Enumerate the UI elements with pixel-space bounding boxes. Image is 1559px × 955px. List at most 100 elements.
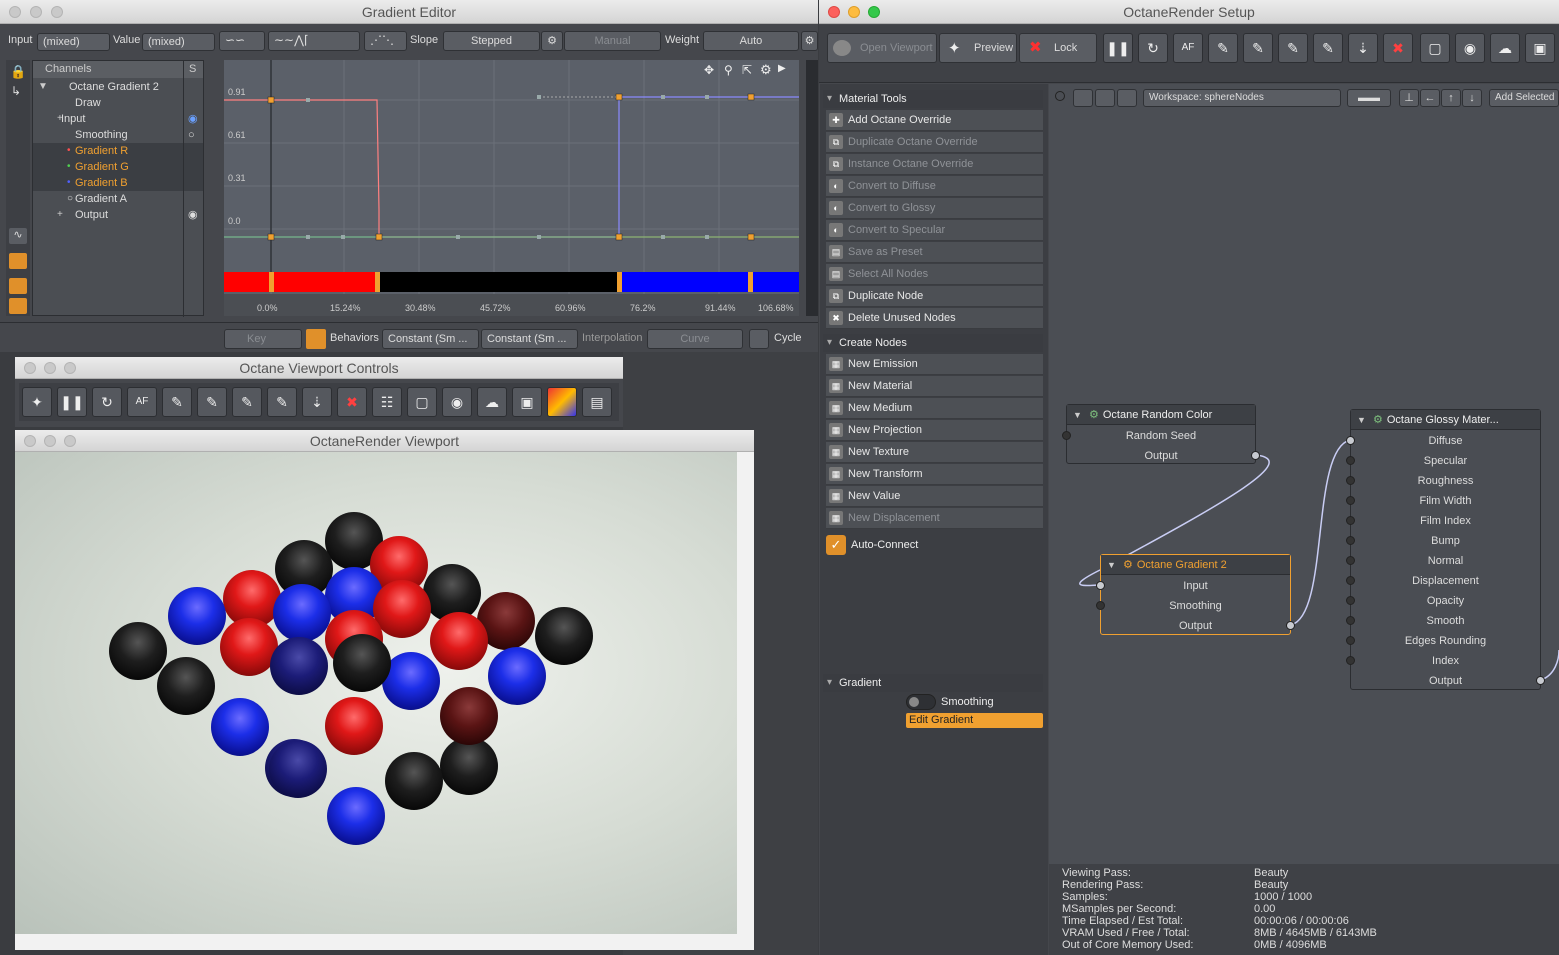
port-socket[interactable] [1346,656,1355,665]
slope-presets-b[interactable]: ∼∼⋀⌈ [268,31,360,51]
layers-icon[interactable] [9,278,27,294]
minimize-button[interactable] [848,6,860,18]
zoom-button[interactable] [64,362,76,374]
cloud-icon[interactable]: ☁ [477,387,507,417]
node-tool-c[interactable] [1117,89,1137,107]
port-socket[interactable] [1346,496,1355,505]
input-field[interactable]: (mixed) [37,33,110,51]
autofocus-icon[interactable]: AF [127,387,157,417]
minimize-button[interactable] [44,362,56,374]
grid-view-icon[interactable]: ▬▬ [1347,89,1391,107]
input-socket[interactable] [1062,431,1071,440]
port-socket[interactable] [1346,516,1355,525]
menu-item[interactable]: ◐ Convert to Specular [826,220,1043,241]
cloud-icon[interactable]: ☁ [1490,33,1520,63]
camera-icon[interactable]: ◉ [1455,33,1485,63]
expand-icon[interactable]: • [67,143,71,159]
port-socket[interactable] [1346,596,1355,605]
gear-icon[interactable]: ⚙ [541,31,563,51]
restart-icon[interactable]: ↻ [92,387,122,417]
workspace-select[interactable]: Workspace: sphereNodes [1143,89,1341,107]
node-random-color[interactable]: ⚙Octane Random Color Random Seed Output [1062,404,1260,464]
behavior-pre-select[interactable]: Constant (Sm ... [382,329,479,349]
pause-icon[interactable]: ❚❚ [57,387,87,417]
minimize-button[interactable] [30,6,42,18]
menu-item[interactable]: ✖ Delete Unused Nodes [826,308,1043,329]
channel-row[interactable]: ○ Gradient A [33,191,203,207]
node-tool-b[interactable] [1095,89,1115,107]
behavior-post-select[interactable]: Constant (Sm ... [481,329,578,349]
add-selected-button[interactable]: Add Selected [1489,89,1559,107]
cancel-render-icon[interactable]: ✖ [1383,33,1413,63]
radio-icon[interactable] [1055,91,1065,101]
port-socket[interactable] [1346,616,1355,625]
cycle-toggle[interactable] [749,329,769,349]
picker-icon[interactable]: ✎ [1208,33,1238,63]
arrow-down-icon[interactable]: ↓ [1462,89,1482,107]
slope-select[interactable]: Stepped [443,31,540,51]
port-socket[interactable] [1346,476,1355,485]
expand-icon[interactable]: • [67,175,71,191]
channel-row[interactable]: • Gradient R [33,143,203,159]
port-socket[interactable] [1346,456,1355,465]
menu-item[interactable]: ▦ New Projection [826,420,1043,441]
channel-row[interactable]: • Gradient B [33,175,203,191]
fit-view-icon[interactable]: ✦ [22,387,52,417]
focus-picker-icon[interactable]: ✎ [1313,33,1343,63]
port-socket[interactable] [1346,576,1355,585]
zoom-button[interactable] [51,6,63,18]
resize-icon[interactable]: ▢ [1420,33,1450,63]
weight-select[interactable]: Auto [703,31,799,51]
close-button[interactable] [24,435,36,447]
zoom-icon[interactable]: ⚲ [724,63,733,77]
zoom-button[interactable] [868,6,880,18]
slope-presets-a[interactable]: ∽∽ [219,31,265,51]
gradient-header[interactable]: Gradient [823,674,1043,692]
menu-item[interactable]: ▦ New Medium [826,398,1043,419]
expand-icon[interactable]: ○ [67,191,73,207]
channel-row[interactable]: Draw [33,95,203,111]
menu-item[interactable]: ▤ Select All Nodes [826,264,1043,285]
menu-item[interactable]: ▦ New Material [826,376,1043,397]
arrow-up-icon[interactable]: ↑ [1441,89,1461,107]
port-socket[interactable] [1346,636,1355,645]
node-glossy-material[interactable]: ⚙Octane Glossy Mater... Diffuse Specular R… [1346,409,1545,690]
gear-icon[interactable]: ⚙ [801,31,818,51]
camera-icon[interactable]: ◉ [442,387,472,417]
arrow-left-icon[interactable]: ← [1420,89,1440,107]
menu-item[interactable]: ⧉ Instance Octane Override [826,154,1043,175]
menu-item[interactable]: ⧉ Duplicate Node [826,286,1043,307]
document-icon[interactable]: ▤ [582,387,612,417]
expand-icon[interactable]: + [57,207,63,223]
palette-icon[interactable] [547,387,577,417]
play-icon[interactable]: ▶ [778,63,786,74]
output-socket[interactable] [1286,621,1295,630]
menu-item[interactable]: ⧉ Duplicate Octane Override [826,132,1043,153]
close-button[interactable] [828,6,840,18]
value-field[interactable]: (mixed) [142,33,215,51]
gear-icon[interactable]: ⚙ [760,62,772,78]
menu-item[interactable]: ▦ New Texture [826,442,1043,463]
menu-item[interactable]: ▦ New Emission [826,354,1043,375]
edit-gradient-button[interactable]: Edit Gradient [906,713,1043,728]
render-image[interactable] [15,452,737,934]
input-socket[interactable] [1096,581,1105,590]
smoothing-socket[interactable] [1096,601,1105,610]
dot-icon[interactable]: ◉ [188,207,198,223]
import-icon[interactable]: ⇣ [1348,33,1378,63]
slope-presets-c[interactable]: ⋰⋱ [364,31,407,51]
curve-icon[interactable]: ∿ [9,228,27,244]
manual-select[interactable]: Manual [564,31,661,51]
pause-icon[interactable]: ❚❚ [1103,33,1133,63]
auto-connect-checkbox[interactable]: ✓ [826,535,846,555]
material-picker-icon[interactable]: ✎ [1278,33,1308,63]
color-picker-icon[interactable]: ✎ [197,387,227,417]
region-icon[interactable]: ☷ [372,387,402,417]
fit-icon[interactable]: ⇱ [742,63,752,77]
node-tool-a[interactable] [1073,89,1093,107]
key-field[interactable]: Key [224,329,302,349]
list-icon[interactable] [9,298,27,314]
behaviors-icon[interactable] [306,329,326,349]
autofocus-icon[interactable]: AF [1173,33,1203,63]
channel-row[interactable]: + Input ◉ [33,111,203,127]
